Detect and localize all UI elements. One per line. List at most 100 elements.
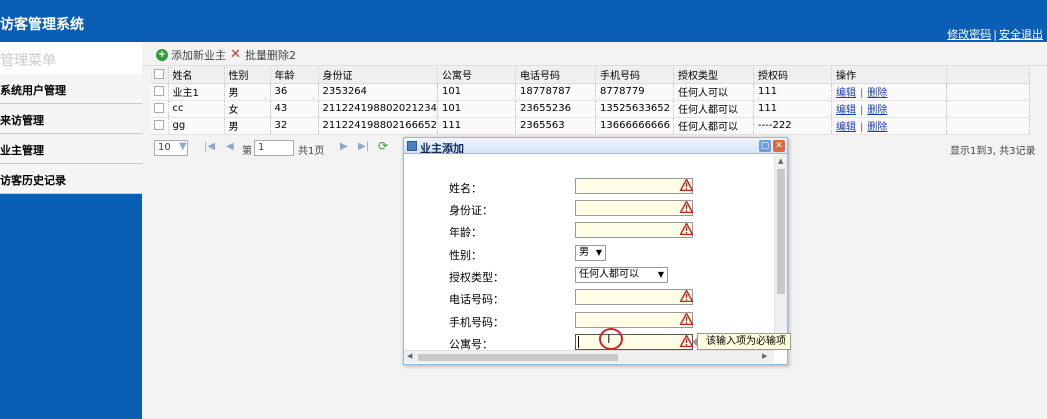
cell-gender: 女: [224, 100, 271, 118]
cell-mobile: 13525633652: [595, 100, 675, 118]
sidebar-item-visits[interactable]: 来访管理: [0, 104, 142, 134]
col-phone[interactable]: 电话号码: [515, 67, 597, 84]
warning-icon: [680, 223, 693, 235]
page-number-input[interactable]: 1: [254, 140, 294, 156]
horizontal-scroll-thumb[interactable]: [418, 354, 618, 361]
field-row-auth-type: 授权类型： 任何人都可以 ▼: [404, 265, 774, 287]
header-link-separator: |: [993, 28, 997, 41]
cell-name: 业主1: [168, 83, 225, 101]
cell-apartment: 101: [437, 83, 517, 101]
field-row-name: 姓名：: [404, 176, 774, 198]
row-select-cell[interactable]: [150, 100, 169, 118]
col-apartment[interactable]: 公寓号: [437, 67, 517, 84]
scroll-left-icon[interactable]: ◀: [407, 352, 412, 360]
page-prefix: 第: [242, 146, 252, 157]
delete-link[interactable]: 删除: [867, 88, 887, 99]
cell-phone: 2365563: [515, 117, 597, 135]
row-checkbox[interactable]: [154, 103, 164, 113]
table-row[interactable]: gg 男 32 211224198802166652 111 2365563 1…: [150, 117, 1030, 135]
first-page-icon[interactable]: |◀: [204, 141, 215, 152]
last-page-icon[interactable]: ▶|: [358, 141, 369, 152]
scroll-right-icon[interactable]: ▶: [762, 352, 767, 360]
cell-actions: 编辑 | 删除: [831, 83, 948, 101]
col-id-card[interactable]: 身份证: [318, 67, 439, 84]
refresh-icon[interactable]: ⟳: [378, 139, 388, 153]
sidebar: 管理菜单 系统用户管理 来访管理 业主管理 访客历史记录: [0, 42, 142, 419]
id-card-input[interactable]: [575, 200, 693, 216]
cell-filler: [946, 83, 1030, 101]
vertical-scroll-thumb[interactable]: [777, 169, 785, 294]
sidebar-item-system-users[interactable]: 系统用户管理: [0, 74, 142, 104]
age-input[interactable]: [575, 222, 693, 238]
dialog-title: 业主添加: [420, 142, 464, 155]
minimize-icon[interactable]: ▢: [759, 140, 771, 152]
edit-link[interactable]: 编辑: [836, 105, 856, 116]
cell-id-card: 211224198802166652: [318, 117, 439, 135]
click-highlight-ring: [599, 328, 623, 350]
cell-apartment: 101: [437, 100, 517, 118]
apartment-input[interactable]: [575, 334, 693, 350]
cell-auth-type: 任何人都可以: [673, 117, 755, 135]
add-owner-button[interactable]: + 添加新业主: [156, 47, 226, 63]
cell-mobile: 8778779: [595, 83, 675, 101]
col-gender[interactable]: 性别: [224, 67, 271, 84]
dialog-header[interactable]: 业主添加 ▢ ✕: [404, 138, 787, 155]
auth-type-select[interactable]: 任何人都可以 ▼: [575, 267, 668, 283]
field-row-id-card: 身份证：: [404, 198, 774, 220]
delete-link[interactable]: 删除: [867, 105, 887, 116]
logout-link[interactable]: 安全退出: [999, 28, 1043, 41]
toolbar-divider: [222, 47, 223, 61]
scroll-up-icon[interactable]: ▲: [778, 157, 783, 165]
warning-icon: [680, 179, 693, 191]
app-header: 访客管理系统 修改密码 | 安全退出: [0, 0, 1047, 42]
cell-gender: 男: [224, 83, 271, 101]
edit-link[interactable]: 编辑: [836, 88, 856, 99]
action-separator: |: [860, 105, 864, 116]
change-password-link[interactable]: 修改密码: [947, 28, 991, 41]
table-row[interactable]: cc 女 43 211224198802021234 101 23655236 …: [150, 100, 1030, 118]
col-name[interactable]: 姓名: [168, 67, 225, 84]
dialog-horizontal-scrollbar[interactable]: ◀ ▶: [404, 350, 774, 363]
select-all-checkbox[interactable]: [154, 69, 164, 80]
name-label: 姓名：: [449, 182, 482, 195]
row-select-cell[interactable]: [150, 83, 169, 101]
gender-select[interactable]: 男 ▼: [575, 245, 606, 261]
dialog-vertical-scrollbar[interactable]: ▲: [774, 155, 787, 350]
batch-delete-button[interactable]: ✕ 批量删除2: [230, 47, 296, 63]
auth-type-select-value: 任何人都可以: [579, 269, 639, 280]
add-icon: +: [156, 49, 168, 61]
table-row[interactable]: 业主1 男 36 2353264 101 18778787 8778779 任何…: [150, 83, 1030, 101]
cell-auth-type: 任何人都可以: [673, 100, 755, 118]
warning-icon: [680, 201, 693, 213]
cell-auth-type: 任何人可以: [673, 83, 755, 101]
cell-age: 43: [270, 100, 319, 118]
sidebar-item-visitor-history[interactable]: 访客历史记录: [0, 164, 142, 194]
cell-age: 36: [270, 83, 319, 101]
edit-link[interactable]: 编辑: [836, 122, 856, 133]
row-checkbox[interactable]: [154, 86, 164, 96]
row-checkbox[interactable]: [154, 120, 164, 130]
table-header-row: 姓名 性别 年龄 身份证 公寓号 电话号码 手机号码 授权类型 授权码 操作: [150, 67, 1030, 84]
cell-id-card: 2353264: [318, 83, 439, 101]
name-input[interactable]: [575, 178, 693, 194]
cell-id-card: 211224198802021234: [318, 100, 439, 118]
sidebar-title: 管理菜单: [0, 42, 142, 74]
col-auth-type[interactable]: 授权类型: [673, 67, 755, 84]
close-icon[interactable]: ✕: [773, 140, 785, 152]
delete-x-icon: ✕: [230, 47, 241, 62]
cell-name: gg: [168, 117, 225, 135]
action-separator: |: [860, 122, 864, 133]
row-select-cell[interactable]: [150, 117, 169, 135]
col-auth-code[interactable]: 授权码: [753, 67, 833, 84]
delete-link[interactable]: 删除: [867, 122, 887, 133]
sidebar-item-owners[interactable]: 业主管理: [0, 134, 142, 164]
prev-page-icon[interactable]: ◀: [226, 141, 234, 152]
col-age[interactable]: 年龄: [270, 67, 319, 84]
age-label: 年龄：: [449, 226, 482, 239]
col-mobile[interactable]: 手机号码: [595, 67, 675, 84]
mobile-input[interactable]: [575, 312, 693, 328]
select-all-cell[interactable]: [150, 67, 169, 84]
phone-input[interactable]: [575, 289, 693, 305]
gender-label: 性别：: [449, 249, 482, 262]
next-page-icon[interactable]: ▶: [340, 141, 348, 152]
